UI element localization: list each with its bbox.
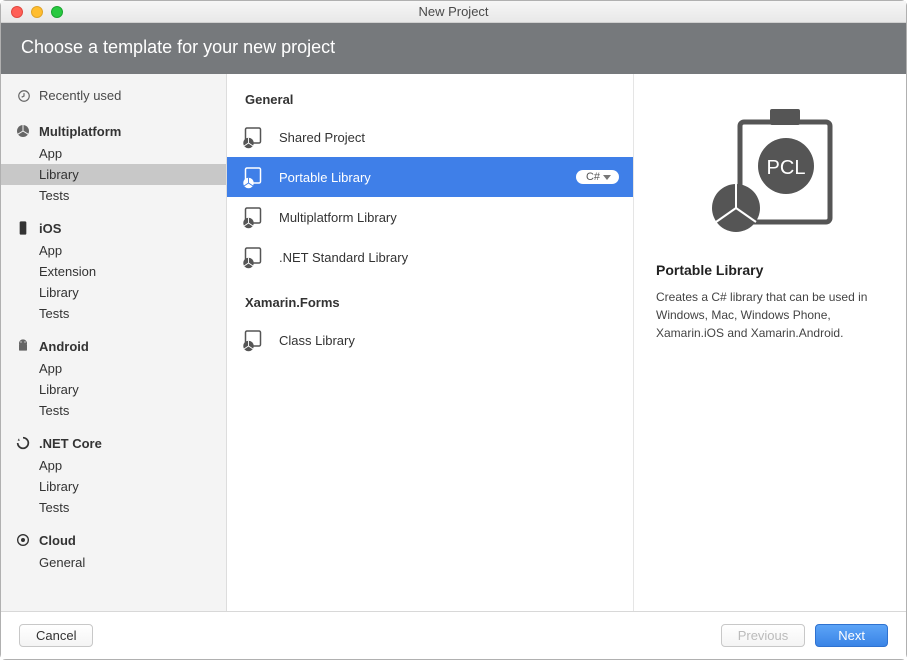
sidebar-item-app[interactable]: App: [1, 240, 226, 261]
sidebar-item-app[interactable]: App: [1, 358, 226, 379]
page-title: Choose a template for your new project: [21, 37, 335, 57]
template-item[interactable]: Shared Project: [227, 117, 633, 157]
sidebar-category-label: iOS: [39, 221, 61, 236]
sidebar-category-label: Multiplatform: [39, 124, 121, 139]
android-icon: [15, 338, 31, 354]
language-badge[interactable]: C#: [576, 170, 619, 184]
sidebar-item-library[interactable]: Library: [1, 282, 226, 303]
template-group-title: Xamarin.Forms: [227, 277, 633, 320]
template-label: .NET Standard Library: [279, 250, 619, 265]
sidebar-item-extension[interactable]: Extension: [1, 261, 226, 282]
multiplatform-icon: [15, 123, 31, 139]
sidebar-item-library[interactable]: Library: [1, 164, 226, 185]
titlebar: New Project: [1, 1, 906, 23]
template-label: Shared Project: [279, 130, 619, 145]
detail-illustration: PCL: [656, 94, 884, 254]
sidebar-item-tests[interactable]: Tests: [1, 400, 226, 421]
template-icon: [241, 165, 265, 189]
sidebar-category-netcore[interactable]: .NET Core: [1, 427, 226, 455]
detail-description: Creates a C# library that can be used in…: [656, 288, 884, 342]
svg-text:PCL: PCL: [767, 157, 806, 179]
sidebar-category-label: Cloud: [39, 533, 76, 548]
template-label: Portable Library: [279, 170, 562, 185]
sidebar-category-label: .NET Core: [39, 436, 102, 451]
cancel-button[interactable]: Cancel: [19, 624, 93, 647]
template-icon: [241, 328, 265, 352]
close-icon[interactable]: [11, 6, 23, 18]
detail-panel: PCL Portable Library Creates a C# librar…: [634, 74, 906, 611]
template-icon: [241, 245, 265, 269]
sidebar-item-app[interactable]: App: [1, 143, 226, 164]
window-title: New Project: [1, 4, 906, 19]
sidebar-category-multiplatform[interactable]: Multiplatform: [1, 115, 226, 143]
template-item[interactable]: Portable Library C#: [227, 157, 633, 197]
next-button[interactable]: Next: [815, 624, 888, 647]
template-icon: [241, 125, 265, 149]
template-label: Class Library: [279, 333, 619, 348]
template-item[interactable]: .NET Standard Library: [227, 237, 633, 277]
sidebar-item-library[interactable]: Library: [1, 379, 226, 400]
template-label: Multiplatform Library: [279, 210, 619, 225]
chevron-down-icon: [603, 175, 611, 180]
template-list: General Shared Project Portable Library C…: [227, 74, 634, 611]
template-group-title: General: [227, 74, 633, 117]
content: Recently used MultiplatformAppLibraryTes…: [1, 74, 906, 611]
sidebar-item-general[interactable]: General: [1, 552, 226, 573]
sidebar-item-tests[interactable]: Tests: [1, 185, 226, 206]
sidebar-category-cloud[interactable]: Cloud: [1, 524, 226, 552]
previous-button: Previous: [721, 624, 806, 647]
recently-used-label: Recently used: [39, 88, 121, 103]
template-icon: [241, 205, 265, 229]
minimize-icon[interactable]: [31, 6, 43, 18]
template-item[interactable]: Multiplatform Library: [227, 197, 633, 237]
sidebar-item-tests[interactable]: Tests: [1, 303, 226, 324]
detail-title: Portable Library: [656, 262, 884, 278]
footer: Cancel Previous Next: [1, 611, 906, 659]
sidebar-item-library[interactable]: Library: [1, 476, 226, 497]
sidebar-item-tests[interactable]: Tests: [1, 497, 226, 518]
ios-icon: [15, 220, 31, 236]
cloud-icon: [15, 532, 31, 548]
sidebar: Recently used MultiplatformAppLibraryTes…: [1, 74, 227, 611]
traffic-lights: [1, 6, 63, 18]
sidebar-category-label: Android: [39, 339, 89, 354]
recent-icon: [17, 89, 31, 103]
recently-used-button[interactable]: Recently used: [1, 82, 226, 115]
sidebar-category-ios[interactable]: iOS: [1, 212, 226, 240]
zoom-icon[interactable]: [51, 6, 63, 18]
template-item[interactable]: Class Library: [227, 320, 633, 360]
netcore-icon: [15, 435, 31, 451]
sidebar-item-app[interactable]: App: [1, 455, 226, 476]
page-header: Choose a template for your new project: [1, 23, 906, 74]
sidebar-category-android[interactable]: Android: [1, 330, 226, 358]
